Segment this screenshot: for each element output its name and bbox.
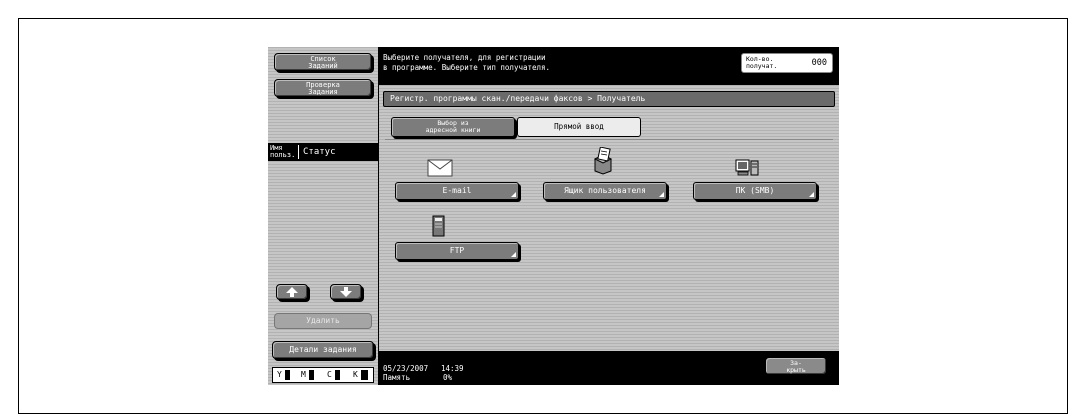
status-footer: 05/23/2007 14:39 Память 0% За- крыть [379,351,839,385]
ftp-button[interactable]: FTP [395,242,519,260]
job-check-label-line2: Задания [308,88,338,96]
memory-label: Память [383,373,411,382]
user-box-icon [593,147,613,175]
delete-button[interactable]: Удалить [274,313,372,329]
tab-direct-input[interactable]: Прямой ввод [517,117,641,137]
scroll-down-button[interactable] [330,284,362,300]
toner-indicator: Y M C K [272,367,374,383]
pc-smb-button[interactable]: ПК (SMB) [693,182,817,200]
toner-c-level [335,370,340,380]
toner-y-label: Y [277,370,282,379]
ftp-label: FTP [449,246,465,255]
tab-direct-input-label: Прямой ввод [554,122,604,131]
column-divider [298,145,299,159]
date-value: 05/23/2007 [383,364,429,373]
close-label-line2: крыть [786,366,806,374]
user-box-label: Ящик пользователя [564,186,646,195]
email-button[interactable]: E-mail [395,182,519,200]
email-label: E-mail [442,186,472,195]
main-area: Регистр. программы скан./передачи факсов… [379,85,839,351]
control-panel-screen: Список Заданий Проверка Задания Имя поль… [268,47,839,385]
toner-y-level [285,370,290,380]
pc-smb-label: ПК (SMB) [735,186,775,195]
column-user: Имя польз. [270,145,295,159]
column-user-line2: польз. [270,151,296,159]
recipient-count-value: 000 [811,58,827,68]
computer-icon [735,159,759,176]
job-check-button[interactable]: Проверка Задания [274,79,372,97]
toner-c-label: C [327,370,332,379]
arrow-down-icon [340,287,352,297]
toner-m-label: M [301,370,306,379]
message-line2: в программе. Выберите тип получателя. [383,63,551,72]
job-details-button[interactable]: Детали задания [272,341,374,359]
message-header: Выберите получателя, для регистрации в п… [379,47,839,85]
job-list-header: Имя польз. Статус [268,143,378,161]
job-list-label-line2: Заданий [308,62,338,70]
close-button[interactable]: За- крыть [765,357,827,375]
arrow-up-icon [286,287,298,297]
recipient-counter-label: Кол-во. получат. [746,56,777,70]
tab-address-book[interactable]: Выбор из адресной книги [391,117,515,137]
envelope-icon [427,159,453,177]
job-list-button[interactable]: Список Заданий [274,53,372,71]
toner-k-label: K [353,370,358,379]
memory-value: 0% [443,373,453,382]
tab-underline [385,139,833,140]
server-icon [432,215,445,237]
column-status: Статус [303,147,336,157]
recipient-label-line2: получат. [746,62,778,70]
scroll-up-button[interactable] [276,284,308,300]
toner-k-level [361,370,368,380]
sidebar: Список Заданий Проверка Задания Имя поль… [268,47,378,385]
job-details-label: Детали задания [289,345,357,354]
tab-address-book-line2: адресной книги [425,126,481,134]
breadcrumb: Регистр. программы скан./передачи факсов… [383,91,835,107]
user-box-button[interactable]: Ящик пользователя [543,182,667,200]
delete-label: Удалить [306,316,340,325]
recipient-counter: Кол-во. получат. 000 [741,53,833,73]
message-line1: Выберите получателя, для регистрации [383,53,546,62]
toner-m-level [309,370,314,380]
time-value: 14:39 [441,364,464,373]
